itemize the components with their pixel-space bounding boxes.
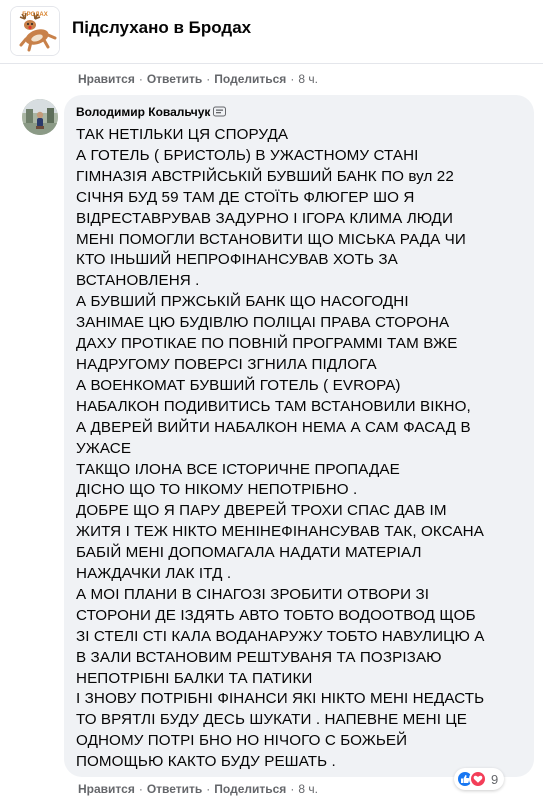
author-avatar[interactable] <box>22 99 58 135</box>
separator-dot: · <box>290 72 295 86</box>
comment-actions: Нравится · Ответить · Поделиться · 8 ч. <box>78 782 318 796</box>
like-link[interactable]: Нравится <box>78 72 135 86</box>
community-badge-icon[interactable] <box>213 106 227 118</box>
author-photo-icon <box>22 99 58 135</box>
deer-logo-icon: БРОДАХ <box>11 7 59 55</box>
separator-dot: · <box>138 72 143 86</box>
love-icon <box>469 770 487 788</box>
comment-line: КТО ІНЬШИЙ НЕПРОФІНАНСУВАВ ХОТЬ ЗА <box>76 251 398 269</box>
reply-link[interactable]: Ответить <box>147 72 202 86</box>
comment-line: СІЧНЯ БУД 59 ТАМ ДЕ СТОЇТЬ ФЛЮГЕР ШО Я <box>76 188 415 206</box>
comment-line: А БУВШИЙ ПРЖСЬКІЙ БАНК ЩО НАСОГОДНІ <box>76 293 409 311</box>
comment-line: ТАКЩО ІЛОНА ВСЕ ІСТОРИЧНЕ ПРОПАДАЕ <box>76 460 400 478</box>
separator-dot: · <box>206 782 211 796</box>
share-link[interactable]: Поделиться <box>214 72 286 86</box>
comment-line: А ДВЕРЕЙ ВИЙТИ НАБАЛКОН НЕМА А САМ ФАСАД… <box>76 418 471 436</box>
comment-line: А ГОТЕЛЬ ( БРИСТОЛЬ) В УЖАСТНОМУ СТАНІ <box>76 146 419 164</box>
comment-bubble: Володимир Ковальчук ТАК НЕТІЛЬКИ ЦЯ СПОР… <box>64 95 534 777</box>
comment-line: БАБІЙ МЕНІ ДОПОМАГАЛА НАДАТИ МАТЕРІАЛ <box>76 544 422 562</box>
comment-line: НАДРУГОМУ ПОВЕРСІ ЗГНИЛА ПІДЛОГА <box>76 355 377 373</box>
comment-line: ТО ВРЯТЛІ БУДУ ДЕСЬ ШУКАТИ . НАПЕВНЕ МЕН… <box>76 711 467 729</box>
comment-line: ПОМОЩЬЮ КАКТО БУДУ РЕШАТЬ . <box>76 753 336 771</box>
comment-line: НАЖДАЧКИ ЛАК ІТД . <box>76 565 232 583</box>
reaction-count: 9 <box>491 771 499 787</box>
comment-line: А ВОЕНКОМАТ БУВШИЙ ГОТЕЛЬ ( EVROPA) <box>76 376 401 394</box>
comment-time[interactable]: 8 ч. <box>298 782 318 796</box>
comment-line: ДІСНО ЩО ТО НІКОМУ НЕПОТРІБНО . <box>76 481 358 499</box>
like-link[interactable]: Нравится <box>78 782 135 796</box>
comment-line: ТАК НЕТІЛЬКИ ЦЯ СПОРУДА <box>76 126 289 143</box>
header-divider <box>0 63 543 64</box>
separator-dot: · <box>206 72 211 86</box>
comment-line: СТОРОНИ ДЕ ІЗДЯТЬ АВТО ТОБТО ВОДООТВОД Щ… <box>76 606 476 624</box>
comment-line: ОДНОМУ ПОТРІ БНО НО НІЧОГО С БОЖЬЕЙ <box>76 732 408 750</box>
group-title[interactable]: Підслухано в Бродах <box>72 18 251 38</box>
comment-time[interactable]: 8 ч. <box>298 72 318 86</box>
comment-line: ЖИТЯ І ТЕЖ НІКТО МЕНІНЕФІНАНСУВАВ ТАК, О… <box>76 523 484 541</box>
comment-line: І ЗНОВУ ПОТРІБНІ ФІНАНСИ ЯКІ НІКТО МЕНІ … <box>76 690 485 708</box>
comment-line: НЕПОТРІБНІ БАЛКИ ТА ПАТИКИ <box>76 669 313 687</box>
author-name[interactable]: Володимир Ковальчук <box>76 105 210 119</box>
comment-line: ЗАНІМАЕ ЦЮ БУДІВЛЮ ПОЛІЦАІ ПРАВА СТОРОНА <box>76 314 450 332</box>
comment-line: А МОІ ПЛАНИ В СІНАГОЗІ ЗРОБИТИ ОТВОРИ ЗІ <box>76 585 430 603</box>
author-row: Володимир Ковальчук <box>76 103 522 121</box>
comment-line: ГІМНАЗІЯ АВСТРІЙСЬКІЙ БУВШИЙ БАНК ПО вул… <box>76 167 454 185</box>
comment-line: НАБАЛКОН ПОДИВИТИСЬ ТАМ ВСТАНОВИЛИ ВІКНО… <box>76 397 471 415</box>
comment-line: ВСТАНОВЛЕНЯ . <box>76 272 200 290</box>
comment-line: ВІДРЕСТАВРУВАВ ЗАДУРНО І ІГОРА КЛИМА ЛЮД… <box>76 209 453 227</box>
reactions-summary[interactable]: 9 <box>454 768 505 790</box>
comment-line: УЖАСЕ <box>76 439 132 457</box>
group-header: БРОДАХ Підслухано в Бродах <box>0 0 543 64</box>
comment-line: ДАХУ ПРОТІКАЕ ПО ПОВНІЙ ПРОГРАММІ ТАМ ВЖ… <box>76 335 458 353</box>
separator-dot: · <box>290 782 295 796</box>
previous-comment-actions: Нравится · Ответить · Поделиться · 8 ч. <box>78 72 318 86</box>
reply-link[interactable]: Ответить <box>147 782 202 796</box>
comment-line: МЕНІ ПОМОГЛИ ВСТАНОВИТИ ЩО МІСЬКА РАДА Ч… <box>76 230 466 248</box>
comment-line: В ЗАЛИ ВСТАНОВИМ РЕШТУВАНЯ ТА ПОЗРІЗАЮ <box>76 648 442 666</box>
comment-text: ТАК НЕТІЛЬКИ ЦЯ СПОРУДА А ГОТЕЛЬ ( БРИСТО… <box>76 125 522 773</box>
comment-line: ДОБРЕ ЩО Я ПАРУ ДВЕРЕЙ ТРОХИ СПАС ДАВ ІМ <box>76 502 447 520</box>
group-avatar[interactable]: БРОДАХ <box>10 6 60 56</box>
separator-dot: · <box>138 782 143 796</box>
share-link[interactable]: Поделиться <box>214 782 286 796</box>
comment-line: ЗІ СТЕЛІ СТІ КАЛА ВОДАНАРУЖУ ТОБТО НАВУЛ… <box>76 627 485 645</box>
